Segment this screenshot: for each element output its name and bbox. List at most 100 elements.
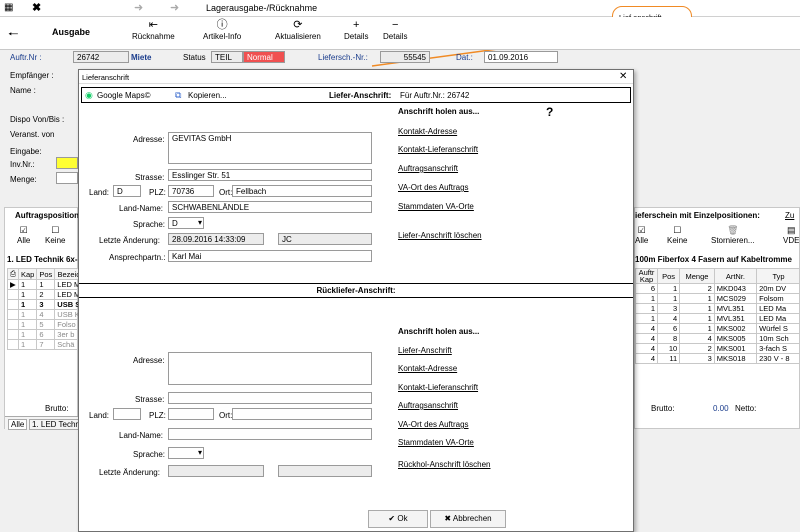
table-row[interactable]: 6 1 2 MKD043 20m DV (635, 283, 799, 294)
table-row[interactable]: 1 7 Schä (7, 339, 84, 350)
details-plus-button[interactable]: + Details (344, 19, 368, 41)
link-liefer-anschrift-loeschen[interactable]: Liefer-Anschrift löschen (398, 231, 482, 240)
right-alle-button[interactable]: ☑ Alle (635, 225, 648, 245)
ok-button[interactable]: ✔ Ok (368, 510, 428, 528)
rueck-landname-field[interactable] (168, 428, 372, 440)
ort-field[interactable]: Fellbach (232, 185, 372, 197)
rueck-strasse-field[interactable] (168, 392, 372, 404)
menge-field[interactable] (56, 172, 78, 184)
lieferanschrift-dialog: Lieferanschrift ✕ ◉ Google Maps© ⧉ Kopie… (78, 69, 634, 532)
right-panel-title: ieferschein mit Einzelpositionen: (635, 211, 760, 220)
name-label: Name : (10, 86, 36, 95)
table-row[interactable]: 1 6 3er b (7, 329, 84, 340)
left-alle-button[interactable]: ☑ Alle (17, 225, 30, 245)
artikel-info-button[interactable]: ⓘ Artikel-Info (203, 19, 241, 41)
date-field[interactable]: 01.09.2016 (484, 51, 558, 63)
rueck-plz-field[interactable] (168, 408, 214, 420)
rueck-ort-field[interactable] (232, 408, 372, 420)
table-row[interactable]: 4 6 1 MKS002 Würfel S (635, 323, 799, 334)
check-icon: ✔ (388, 514, 398, 523)
link-va-ort[interactable]: VA-Ort des Auftrags (398, 183, 469, 192)
strasse-field[interactable]: Esslinger Str. 51 (168, 169, 372, 181)
table-row[interactable]: 1 4 USB K (7, 309, 84, 320)
table-row[interactable]: 4 11 3 MKS018 230 V - 8 (635, 353, 799, 364)
tab-alle[interactable]: Alle (8, 419, 28, 430)
rueck-link-liefer-anschrift[interactable]: Liefer-Anschrift (398, 346, 452, 355)
type-label: Miete (131, 53, 152, 62)
table-row[interactable]: 4 8 4 MKS005 10m Sch (635, 333, 799, 344)
landname-field[interactable]: SCHWABENLÄNDLE (168, 201, 372, 213)
left-table: ⎙ Kap Pos Bezeic ▶ 1 1 LED M 1 2 LED M 1 3 USB S 1… (7, 268, 84, 350)
zu-link[interactable]: Zu (785, 211, 794, 220)
rueck-link-kontakt-adresse[interactable]: Kontakt-Adresse (398, 364, 457, 373)
ruecknahme-button[interactable]: ⇤ Rücknahme (132, 19, 175, 41)
abbrechen-button[interactable]: ✖ Abbrechen (430, 510, 506, 528)
link-kontakt-adresse[interactable]: Kontakt-Adresse (398, 127, 457, 136)
vde-button[interactable]: ▤ VDE (783, 225, 799, 245)
plz-field[interactable]: 70736 (168, 185, 214, 197)
strasse-label: Strasse: (135, 173, 165, 182)
link-stammdaten-va-orte[interactable]: Stammdaten VA-Orte (398, 202, 474, 211)
back-arrow-icon[interactable]: ➜ (134, 1, 143, 14)
rueck-land-label: Land: (89, 411, 110, 420)
link-kontakt-lieferanschrift[interactable]: Kontakt-Lieferanschrift (398, 145, 478, 154)
rueck-link-loeschen[interactable]: Rückhol-Anschrift löschen (398, 460, 490, 469)
table-row[interactable]: 1 1 1 MCS029 Folsom (635, 293, 799, 304)
dispo-label: Dispo Von/Bis : (10, 115, 65, 124)
back-icon[interactable]: 🠐 (8, 25, 19, 46)
help-icon[interactable]: ? (546, 105, 553, 119)
table-row[interactable]: 1 2 LED M (7, 289, 84, 300)
right-keine-button[interactable]: ☐ Keine (667, 225, 687, 245)
table-row[interactable]: 1 3 USB S (7, 299, 84, 310)
rueck-link-auftragsanschrift[interactable]: Auftragsanschrift (398, 401, 458, 410)
inv-label: Inv.Nr.: (10, 160, 35, 169)
land-field[interactable]: D (113, 185, 141, 197)
print-icon[interactable]: ⎙ (7, 268, 19, 280)
rueck-adresse-field[interactable] (168, 352, 372, 385)
dialog-title: Lieferanschrift (82, 73, 130, 82)
close-icon[interactable]: ✖ (32, 1, 41, 14)
dropdown-arrow-icon[interactable]: ▾ (198, 218, 202, 227)
dialog-close-icon[interactable]: ✕ (619, 71, 627, 82)
left-panel: Auftragspositionen ☑ Alle ☐ Keine 1. LED T… (4, 207, 89, 430)
copy-icon[interactable]: ⧉ (175, 90, 181, 101)
right-netto-label: Netto: (735, 404, 757, 413)
rueck-sprache-select[interactable]: ▾ (168, 447, 204, 459)
aktualisieren-button[interactable]: ⟳ Aktualisieren (275, 19, 321, 41)
minus-icon: − (392, 19, 399, 31)
google-maps-icon[interactable]: ◉ (85, 90, 93, 101)
table-row[interactable]: 4 10 2 MKS001 3-fach S (635, 343, 799, 354)
table-row[interactable]: 1 4 1 MVL351 LED Ma (635, 313, 799, 324)
table-row[interactable]: ▶ 1 1 LED M (7, 279, 84, 290)
rueck-link-va-ort[interactable]: VA-Ort des Auftrags (398, 420, 469, 429)
rueck-link-kontakt-lieferanschrift[interactable]: Kontakt-Lieferanschrift (398, 383, 478, 392)
plus-icon: + (353, 19, 360, 31)
kopieren-button[interactable]: Kopieren... (188, 91, 227, 100)
auftr-label: Auftr.Nr : (10, 53, 42, 62)
rueck-land-field[interactable] (113, 408, 141, 420)
status-label: Status (183, 53, 206, 62)
auftr-field: 26742 (73, 51, 129, 63)
adresse-field[interactable]: GEVITAS GmbH (168, 132, 372, 164)
google-maps-link[interactable]: Google Maps© (97, 91, 150, 100)
rueckliefer-header: Rückliefer-Anschrift: (79, 283, 633, 298)
app-grid-icon[interactable]: ▦ (4, 2, 13, 13)
rueck-link-stammdaten-va-orte[interactable]: Stammdaten VA-Orte (398, 438, 474, 447)
inv-field[interactable] (56, 157, 78, 169)
status-field: TEIL (211, 51, 243, 63)
ansprech-field[interactable]: Karl Mai (168, 250, 372, 262)
forward-arrow-icon[interactable]: ➜ (170, 1, 179, 14)
sprache-label: Sprache: (133, 220, 166, 229)
stornieren-button[interactable]: 🗑 Stornieren... (711, 225, 755, 245)
table-row[interactable]: 1 5 Folso (7, 319, 84, 330)
menge-label: Menge: (10, 175, 37, 184)
right-group-title: 100m Fiberfox 4 Fasern auf Kabeltromme (635, 255, 792, 264)
dropdown-arrow-icon[interactable]: ▾ (198, 448, 202, 457)
sprache-select[interactable]: D ▾ (168, 217, 204, 229)
details-minus-button[interactable]: − Details (383, 19, 407, 41)
table-row[interactable]: 1 3 1 MVL351 LED Ma (635, 303, 799, 314)
right-brutto-value: 0.00 (713, 404, 729, 413)
left-keine-button[interactable]: ☐ Keine (45, 225, 65, 245)
link-auftragsanschrift[interactable]: Auftragsanschrift (398, 164, 458, 173)
cancel-x-icon: ✖ (444, 514, 453, 523)
